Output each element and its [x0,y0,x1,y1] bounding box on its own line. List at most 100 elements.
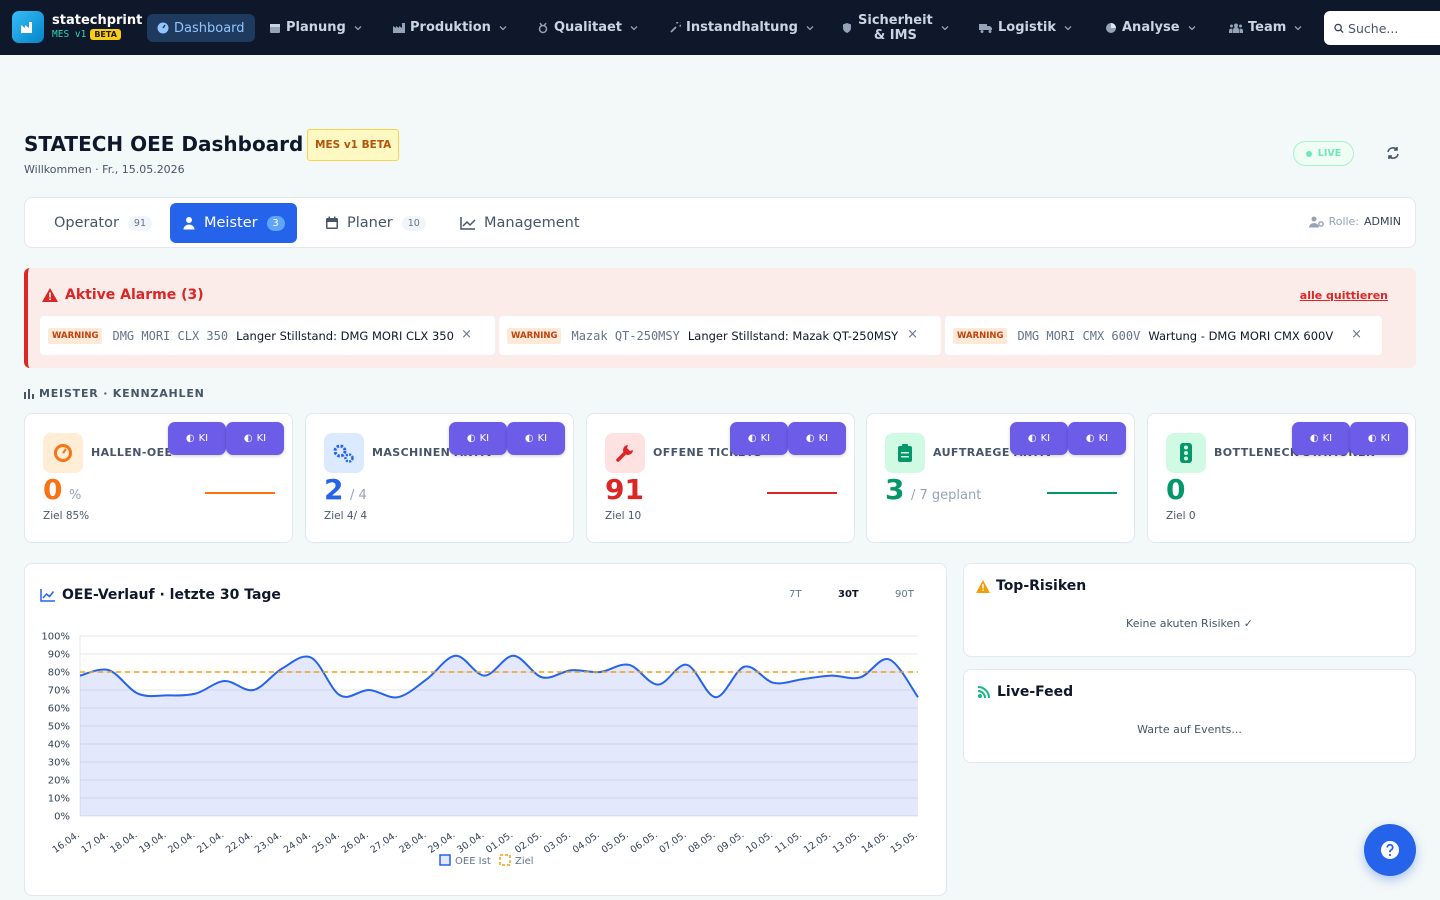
nav-instandhaltung-label: Instandhaltung [686,20,798,35]
wrench-icon [605,433,645,473]
tab-operator[interactable]: Operator 91 [42,203,164,243]
chevron-down-icon [1294,25,1302,30]
x-tick-label: 13.05. [831,829,862,855]
x-tick-label: 04.05. [571,829,602,855]
nav-team-label: Team [1248,20,1287,35]
chevron-down-icon [1064,25,1072,30]
ai-insight-button[interactable]: ◐ KI [788,422,846,455]
nav-sicherheit[interactable]: Sicherheit & IMS [841,0,949,55]
live-label: LIVE [1317,148,1342,159]
x-tick-label: 21.04. [195,829,226,855]
ai-insight-button[interactable]: ◐ KI [226,422,284,455]
alarm-item[interactable]: WARNING DMG MORI CMX 600V Wartung - DMG … [945,316,1382,355]
kpi-value: 91 [605,473,644,506]
refresh-button[interactable] [1383,143,1403,163]
nav-sicherheit-label-2: & IMS [873,27,917,43]
cogs-icon [324,433,364,473]
kpi-card-auftraege-aktiv[interactable]: AUFTRAEGE AKTIV ◐ KI ◐ KI 3 / 7 geplant [866,413,1135,543]
ai-insight-button[interactable]: ◐ KI [730,422,788,455]
x-tick-label: 12.05. [802,829,833,855]
search-box[interactable] [1324,11,1440,45]
close-icon[interactable]: × [461,327,472,342]
nav-produktion[interactable]: Produktion [393,0,507,55]
ai-insight-button[interactable]: ◐ KI [1068,422,1126,455]
pie-chart-icon [1106,22,1116,33]
kpi-card-hallen-oee[interactable]: HALLEN-OEE ◐ KI ◐ KI 0 % Ziel 85% [24,413,293,543]
kpi-unit: / 7 geplant [911,488,982,503]
nav-team[interactable]: Team [1229,0,1302,55]
range-30t-button[interactable]: 30T [838,589,859,600]
search-input[interactable] [1344,20,1440,36]
clipboard-list-icon [885,433,925,473]
alarm-machine: DMG MORI CLX 350 [112,328,229,343]
nav-qualitaet[interactable]: Qualitaet [537,0,638,55]
top-navigation: statechprint MES v1 BETA Dashboard Planun… [0,0,1440,55]
ai-insight-button[interactable]: ◐ KI [507,422,565,455]
nav-planung[interactable]: Planung [269,0,362,55]
x-tick-label: 10.05. [744,829,775,855]
tab-meister[interactable]: Meister 3 [170,203,297,243]
legend-oee-ist-swatch [439,854,451,866]
x-tick-label: 28.04. [397,829,428,855]
active-alarms-panel: Aktive Alarme (3) alle quittieren WARNIN… [24,268,1416,368]
y-tick-label: 30% [48,758,70,769]
shield-icon [843,22,851,33]
kpi-card-bottleneck[interactable]: BOTTLENECK-STATIONEN ◐KI ◐KI 0 Ziel 0 [1147,413,1416,543]
acknowledge-all-link[interactable]: alle quittieren [1300,289,1388,302]
top-risks-title-text: Top-Risiken [996,578,1087,594]
help-button[interactable] [1364,824,1416,876]
ai-insight-button[interactable]: ◐ KI [168,422,226,455]
close-icon[interactable]: × [1351,327,1362,342]
nav-analyse[interactable]: Analyse [1105,0,1196,55]
page-title: STATECH OEE Dashboard [24,132,304,156]
ki-label: KI [760,433,771,444]
ai-insight-button[interactable]: ◐ KI [449,422,507,455]
warning-triangle-icon [976,579,990,593]
ai-insight-button[interactable]: ◐ KI [1010,422,1068,455]
oee-trend-card: OEE-Verlauf · letzte 30 Tage 7T 30T 90T … [24,563,947,896]
x-tick-label: 11.05. [773,829,804,855]
brain-icon: ◐ [1309,433,1319,444]
chevron-down-icon [630,25,638,30]
role-value: ADMIN [1364,215,1401,228]
alarm-item[interactable]: WARNING DMG MORI CLX 350 Langer Stillsta… [40,316,495,355]
alarm-level-badge: WARNING [953,327,1008,344]
truck-icon [979,23,992,33]
award-icon [538,22,548,33]
y-tick-label: 90% [48,650,70,661]
tab-planer[interactable]: Planer 10 [313,203,438,243]
kpi-value: 0 [43,473,63,506]
nav-instandhaltung[interactable]: Instandhaltung [669,0,814,55]
brain-icon: ◐ [1367,433,1377,444]
kpi-sparkline [767,492,837,494]
chevron-down-icon [354,25,362,30]
kpi-label: HALLEN-OEE [91,446,173,459]
ai-insight-button[interactable]: ◐ KI [1350,422,1408,455]
nav-dashboard[interactable]: Dashboard [147,14,255,42]
x-tick-label: 18.04. [108,829,139,855]
kpi-goal: Ziel 85% [43,510,90,522]
y-tick-label: 0% [54,812,70,823]
legend-oee-ist-label: OEE Ist [455,856,491,867]
gauge-icon [43,433,83,473]
kpi-card-maschinen-aktiv[interactable]: MASCHINEN AKTIV ◐ KI ◐ KI 2 / 4 Ziel 4/ 4 [305,413,574,543]
chart-title: OEE-Verlauf · letzte 30 Tage [40,587,281,603]
chevron-down-icon [941,25,949,30]
x-tick-label: 02.05. [513,829,544,855]
range-90t-button[interactable]: 90T [895,589,914,600]
nav-logistik[interactable]: Logistik [979,0,1072,55]
tab-management[interactable]: Management [448,203,592,243]
refresh-icon [1387,147,1399,159]
factory-logo-icon [12,11,44,43]
brain-icon: ◐ [1027,433,1037,444]
kpi-goal: Ziel 4/ 4 [324,510,368,522]
brand[interactable]: statechprint MES v1 BETA [12,11,142,43]
ai-insight-button[interactable]: ◐ KI [1292,422,1350,455]
alarm-item[interactable]: WARNING Mazak QT-250MSY Langer Stillstan… [499,316,941,355]
x-tick-label: 16.04. [51,829,82,855]
kpi-card-offene-tickets[interactable]: OFFENE TICKETS ◐ KI ◐ KI 91 Ziel 10 [586,413,855,543]
close-icon[interactable]: × [907,327,918,342]
brain-icon: ◐ [747,433,757,444]
range-7t-button[interactable]: 7T [789,589,801,600]
user-tie-icon [183,217,195,230]
